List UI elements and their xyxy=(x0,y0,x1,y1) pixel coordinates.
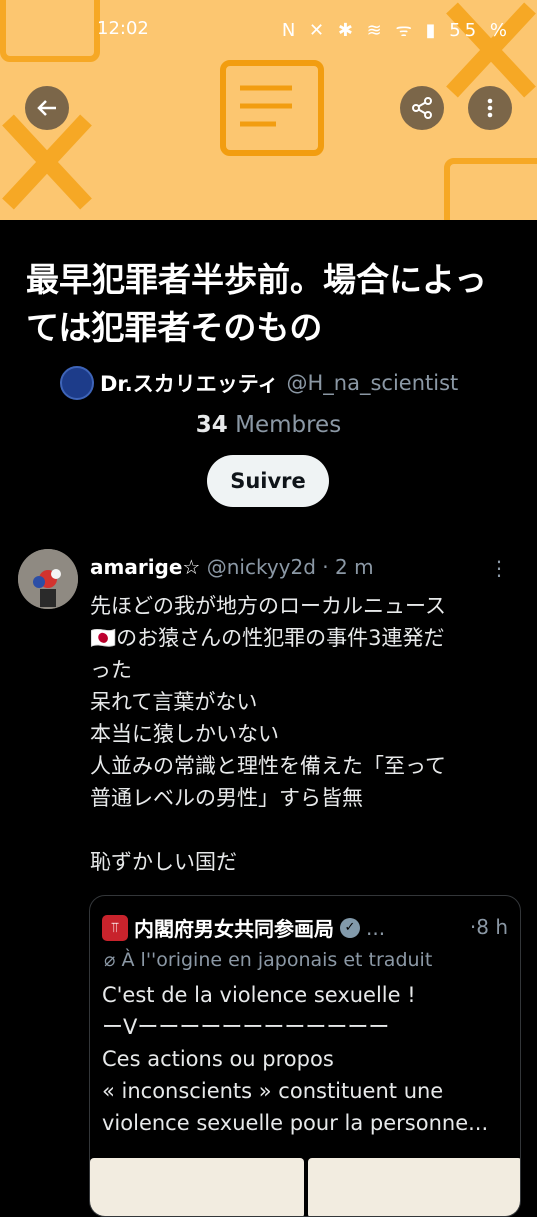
quote-text-line: C'est de la violence sexuelle ! xyxy=(102,983,416,1007)
post-text: 先ほどの我が地方のローカルニュース 🇯🇵のお猿さんの性犯罪の事件3連発だ った … xyxy=(90,590,520,878)
post-text-line: 本当に猿しかいない xyxy=(90,722,279,746)
post-text-line xyxy=(90,814,520,846)
post-time[interactable]: 2 m xyxy=(335,555,374,579)
member-count[interactable]: 34 Membres xyxy=(0,412,537,438)
owner-name[interactable]: Dr.スカリエッティ xyxy=(100,368,279,398)
quote-text-line: ーVーーーーーーーーーーーー xyxy=(102,1015,390,1039)
translate-icon: ⌀ xyxy=(104,949,116,971)
post-text-line: 普通レベルの男性」すら皆無 xyxy=(90,786,363,810)
arrow-left-icon xyxy=(37,100,56,116)
quoted-post[interactable]: ⫪ 内閣府男女共同参画局 ✓ ... ·8 h ⌀ À l''origine e… xyxy=(89,895,521,1217)
status-icon-glyphs: N ✕ ✱ ≋ ᯤ ▮ xyxy=(281,20,440,41)
status-bar: 12:02 N ✕ ✱ ≋ ᯤ ▮ 55 % xyxy=(0,0,537,60)
status-time: 12:02 xyxy=(97,18,149,39)
post-more-button[interactable]: ⋮ xyxy=(489,556,509,580)
quote-author-ellipsis: ... xyxy=(366,915,386,940)
translation-note[interactable]: ⌀ À l''origine en japonais et traduit xyxy=(104,949,432,971)
owner-handle[interactable]: @H_na_scientist xyxy=(287,371,459,395)
post-author-name[interactable]: amarige☆ xyxy=(90,555,200,579)
post-text-line: 先ほどの我が地方のローカルニュース xyxy=(90,594,446,618)
share-icon xyxy=(412,97,432,119)
quote-text-line: violence sexuelle pour la personne... xyxy=(102,1111,489,1135)
share-button[interactable] xyxy=(400,86,444,130)
quote-media-image[interactable] xyxy=(90,1158,304,1216)
post-text-line: 恥ずかしい国だ xyxy=(90,850,237,874)
translation-note-text: À l''origine en japonais et traduit xyxy=(121,949,433,971)
quote-text-line: « inconscients » constituent une xyxy=(102,1079,444,1103)
verified-badge-icon: ✓ xyxy=(340,917,360,938)
post-header: amarige☆ @nickyy2d · 2 m xyxy=(90,555,374,579)
quote-org-logo-icon: ⫪ xyxy=(102,914,128,941)
member-count-label: Membres xyxy=(235,412,342,438)
separator-dot: · xyxy=(322,555,329,579)
post-text-line: 🇯🇵のお猿さんの性犯罪の事件3連発だ xyxy=(90,626,445,650)
quote-text: C'est de la violence sexuelle ! ーVーーーーーー… xyxy=(102,979,512,1139)
more-vertical-icon xyxy=(487,98,493,118)
more-options-button[interactable] xyxy=(468,86,512,130)
list-lines-icon xyxy=(240,85,292,127)
quote-media-image[interactable] xyxy=(308,1158,520,1216)
quote-time-value: 8 h xyxy=(476,915,508,939)
post-text-line: 人並みの常識と理性を備えた「至って xyxy=(90,754,446,778)
post-author-handle[interactable]: @nickyy2d xyxy=(207,555,316,579)
owner-avatar[interactable] xyxy=(60,366,94,400)
quote-text-line: Ces actions ou propos xyxy=(102,1047,334,1071)
avatar-image xyxy=(18,549,78,609)
follow-button[interactable]: Suivre xyxy=(207,455,329,507)
status-icons: N ✕ ✱ ≋ ᯤ ▮ 55 % xyxy=(282,18,511,42)
list-owner[interactable]: Dr.スカリエッティ @H_na_scientist xyxy=(60,366,458,400)
quote-header: ⫪ 内閣府男女共同参画局 ✓ ... xyxy=(102,913,385,942)
member-count-number: 34 xyxy=(195,412,228,438)
quote-time: ·8 h xyxy=(470,915,508,939)
post-text-line: 呆れて言葉がない xyxy=(90,690,258,714)
back-button[interactable] xyxy=(25,86,69,130)
battery-level: 55 % xyxy=(449,20,511,41)
list-title: 最早犯罪者半歩前。場合によっては犯罪者そのもの xyxy=(26,260,488,347)
quote-author-name: 内閣府男女共同参画局 xyxy=(134,917,334,941)
post-text-line: った xyxy=(90,658,132,682)
avatar[interactable] xyxy=(18,549,78,609)
